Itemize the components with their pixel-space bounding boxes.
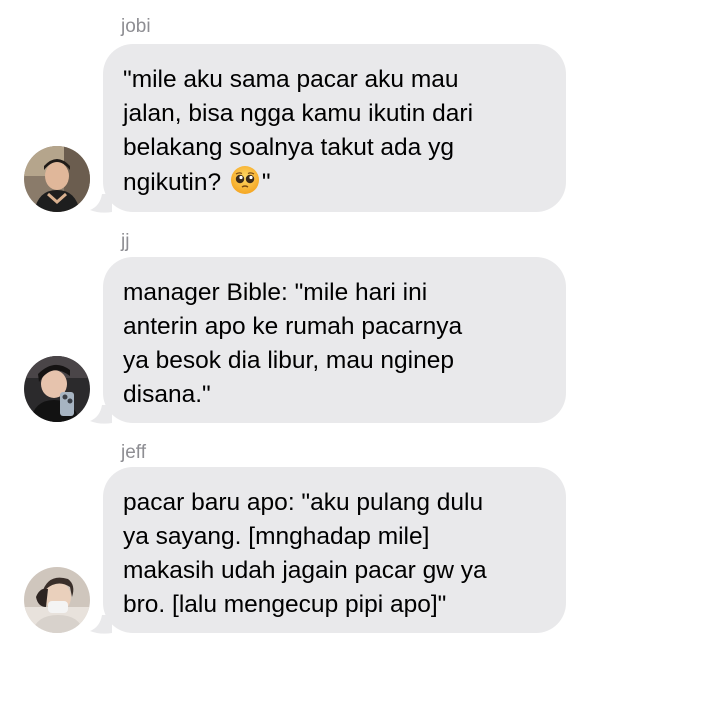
message-line: jalan, bisa ngga kamu ikutin dari [123, 100, 474, 127]
message-line: ya sayang. [mnghadap mile] [123, 523, 430, 550]
message-line-text: ngikutin? [123, 169, 228, 196]
avatar-jobi[interactable] [24, 146, 90, 212]
avatar-jj[interactable] [24, 356, 90, 422]
message-line-with-emoji: ngikutin? " [123, 165, 546, 200]
sender-name-jobi: jobi [121, 16, 151, 37]
message-bubble-3[interactable]: pacar baru apo: "aku pulang dulu ya saya… [103, 467, 566, 633]
message-line: ya besok dia libur, mau nginep [123, 347, 454, 374]
message-line: disana." [123, 381, 211, 408]
bubble-tail [90, 615, 112, 634]
bubble-tail [90, 405, 112, 424]
message-line: anterin apo ke rumah pacarnya [123, 313, 463, 340]
sender-name-jj: jj [121, 231, 130, 252]
avatar-jeff[interactable] [24, 567, 90, 633]
message-line: manager Bible: "mile hari ini [123, 279, 428, 306]
message-line: belakang soalnya takut ada yg [123, 134, 454, 161]
message-line: pacar baru apo: "aku pulang dulu [123, 489, 484, 516]
message-line: makasih udah jagain pacar gw ya [123, 557, 487, 584]
sender-name-jeff: jeff [121, 442, 147, 463]
message-line-text: " [261, 169, 271, 196]
message-line: "mile aku sama pacar aku mau [123, 66, 459, 93]
message-bubble-2[interactable]: manager Bible: "mile hari ini anterin ap… [103, 257, 566, 423]
pleading-face-emoji [230, 165, 260, 195]
message-line: bro. [lalu mengecup pipi apo]" [123, 591, 447, 618]
message-bubble-1[interactable]: "mile aku sama pacar aku mau jalan, bisa… [103, 44, 566, 212]
bubble-tail [90, 194, 112, 213]
